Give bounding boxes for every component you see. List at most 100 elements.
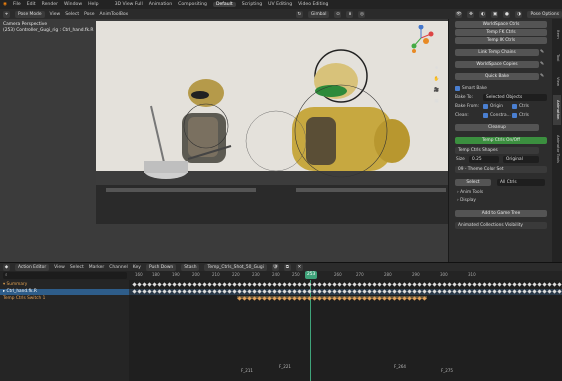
keyframe[interactable]: [402, 289, 407, 294]
keyframe[interactable]: [387, 282, 392, 287]
tab-item[interactable]: Item: [553, 23, 561, 45]
keyframe[interactable]: [242, 296, 247, 301]
keyframe[interactable]: [332, 282, 337, 287]
keyframe[interactable]: [542, 289, 547, 294]
keyframe[interactable]: [132, 289, 137, 294]
clean-ctrls-checkbox[interactable]: [512, 113, 517, 118]
keyframe[interactable]: [352, 289, 357, 294]
keyframe[interactable]: [482, 282, 487, 287]
all-ctrls-dropdown[interactable]: All Ctrls: [497, 179, 545, 186]
keyframe[interactable]: [322, 296, 327, 301]
menu-key[interactable]: Key: [133, 265, 141, 270]
keyframe[interactable]: [257, 289, 262, 294]
add-to-game-tree-button[interactable]: Add to Game Tree: [455, 210, 547, 217]
keyframe[interactable]: [237, 296, 242, 301]
visibility-icon[interactable]: 👁: [455, 10, 463, 18]
keyframe[interactable]: [492, 289, 497, 294]
keyframe[interactable]: [327, 296, 332, 301]
keyframe[interactable]: [362, 289, 367, 294]
select-button[interactable]: Select: [455, 179, 491, 186]
temp-ctrls-onoff-button[interactable]: Temp Ctrls On/Off: [455, 137, 547, 144]
keyframe[interactable]: [422, 289, 427, 294]
keyframe[interactable]: [282, 282, 287, 287]
keyframe[interactable]: [197, 282, 202, 287]
keyframe[interactable]: [432, 289, 437, 294]
channel-search-field[interactable]: ⌕: [3, 272, 127, 279]
temp-fk-ctrls-button[interactable]: Temp FK Ctrls: [455, 29, 547, 36]
ctrls-checkbox[interactable]: [512, 104, 517, 109]
keyframe[interactable]: [187, 289, 192, 294]
keyframe[interactable]: [312, 282, 317, 287]
keyframe[interactable]: [552, 289, 557, 294]
keyframe[interactable]: [457, 282, 462, 287]
keyframe[interactable]: [172, 282, 177, 287]
overlay-icon[interactable]: ◐: [479, 10, 487, 18]
menu-animtoolbox[interactable]: AnimToolBox: [100, 12, 129, 17]
keyframe[interactable]: [307, 282, 312, 287]
new-action-icon[interactable]: ⧉: [283, 263, 291, 271]
keyframe[interactable]: [367, 296, 372, 301]
keyframe[interactable]: [547, 289, 552, 294]
keyframe[interactable]: [467, 282, 472, 287]
display-panel-header[interactable]: › Display: [457, 197, 476, 204]
zoom-icon[interactable]: ⊕: [433, 65, 440, 72]
worldspace-ctrls-button[interactable]: WorldSpace Ctrls: [455, 21, 547, 28]
keyframe[interactable]: [512, 289, 517, 294]
keyframe[interactable]: [492, 282, 497, 287]
unlink-action-icon[interactable]: ✕: [295, 263, 303, 271]
keyframe[interactable]: [317, 296, 322, 301]
menu-pose[interactable]: Pose: [84, 12, 94, 17]
keyframe[interactable]: [272, 282, 277, 287]
keyframe[interactable]: [557, 289, 562, 294]
keyframe[interactable]: [412, 282, 417, 287]
tab-animator-tools[interactable]: Animator Tools: [553, 127, 561, 171]
keyframe[interactable]: [382, 282, 387, 287]
keyframe[interactable]: [242, 282, 247, 287]
animated-collections-visibility[interactable]: Animated Collections Visibility: [455, 222, 547, 229]
keyframe[interactable]: [212, 289, 217, 294]
keyframe[interactable]: [257, 282, 262, 287]
keyframe[interactable]: [527, 282, 532, 287]
keyframe[interactable]: [502, 282, 507, 287]
tab-tool[interactable]: Tool: [553, 47, 561, 69]
keyframe[interactable]: [292, 289, 297, 294]
keyframe[interactable]: [257, 296, 262, 301]
keyframe[interactable]: [297, 282, 302, 287]
keyframe[interactable]: [132, 282, 137, 287]
keyframe[interactable]: [442, 282, 447, 287]
keyframe[interactable]: [447, 289, 452, 294]
keyframe[interactable]: [267, 282, 272, 287]
dopesheet-editor-icon[interactable]: ◆: [3, 263, 10, 271]
keyframe[interactable]: [467, 289, 472, 294]
keyframe[interactable]: [447, 282, 452, 287]
keyframe[interactable]: [372, 289, 377, 294]
keyframe[interactable]: [357, 296, 362, 301]
keyframe[interactable]: [217, 289, 222, 294]
keyframe[interactable]: [192, 282, 197, 287]
keyframe[interactable]: [232, 282, 237, 287]
theme-color-dropdown[interactable]: 09 - Theme Color Set: [455, 166, 547, 173]
keyframe[interactable]: [142, 289, 147, 294]
workspace-tab-default[interactable]: Default: [212, 2, 236, 7]
keyframe[interactable]: [497, 282, 502, 287]
frame-ruler[interactable]: ⌕ 160 180 190 200 210 220 230 240 250 26…: [0, 271, 562, 280]
keyframe[interactable]: [162, 289, 167, 294]
keyframe[interactable]: [352, 282, 357, 287]
keyframe[interactable]: [147, 282, 152, 287]
keyframe[interactable]: [297, 296, 302, 301]
keyframe[interactable]: [287, 296, 292, 301]
keyframe[interactable]: [302, 282, 307, 287]
menu-edit[interactable]: Edit: [27, 2, 36, 7]
keyframe[interactable]: [422, 296, 427, 301]
menu-select[interactable]: Select: [65, 12, 79, 17]
fake-user-icon[interactable]: 🛡: [271, 263, 279, 271]
keyframe[interactable]: [412, 296, 417, 301]
keyframe[interactable]: [377, 289, 382, 294]
keyframe[interactable]: [322, 282, 327, 287]
navigation-gizmo[interactable]: [408, 24, 434, 51]
keyframe[interactable]: [487, 289, 492, 294]
copies-edit-icon[interactable]: ✎: [540, 61, 544, 67]
keyframe[interactable]: [282, 296, 287, 301]
keyframe[interactable]: [302, 296, 307, 301]
keyframe[interactable]: [517, 282, 522, 287]
